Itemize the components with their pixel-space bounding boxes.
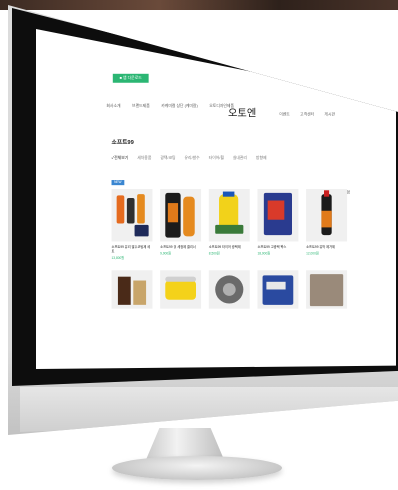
product-image[interactable] — [160, 189, 202, 242]
product-card[interactable] — [111, 270, 153, 309]
web-page: ■ 앱 다운로드 로그인 회원가입 장바구니 회사소개 브랜드제품 카케미컬 상… — [36, 29, 394, 362]
product-image[interactable] — [111, 270, 153, 309]
product-image[interactable] — [257, 189, 299, 242]
product-price: 13,800원 — [111, 256, 125, 261]
filter-item[interactable]: 방향제 — [256, 154, 267, 160]
product-card[interactable] — [208, 270, 250, 309]
product-image[interactable] — [208, 189, 250, 242]
nav-item[interactable]: 이벤트 — [279, 111, 290, 117]
nav-item[interactable]: 카케미컬 상단 (케미칼) — [161, 103, 197, 109]
product-name[interactable]: 소프트99 유리 발수코팅제 세트 — [112, 245, 153, 254]
filter-item[interactable]: 타이어/휠 — [209, 154, 224, 160]
main-nav-left: 회사소개 브랜드제품 카케미컬 상단 (케미칼) 오토디자인제품 — [106, 103, 234, 109]
page-title: 소프트99 — [111, 139, 134, 146]
util-join[interactable]: 회원가입 — [349, 90, 361, 95]
monitor-chin — [20, 387, 398, 432]
product-card[interactable] — [306, 270, 348, 309]
nav-item[interactable]: 브랜드제품 — [132, 103, 150, 109]
filter-item[interactable]: 유리/발수 — [185, 154, 200, 160]
monitor-body: ■ 앱 다운로드 로그인 회원가입 장바구니 회사소개 브랜드제품 카케미컬 상… — [8, 5, 398, 435]
background-photo-strip — [0, 0, 398, 10]
utility-nav: 로그인 회원가입 장바구니 — [337, 90, 377, 95]
filter-item[interactable]: 광택/코팅 — [160, 154, 175, 160]
product-image[interactable] — [306, 270, 348, 309]
filter-all[interactable]: ✓전체보기 — [112, 154, 129, 160]
green-promo-button[interactable]: ■ 앱 다운로드 — [112, 73, 149, 83]
product-card[interactable]: 소프트99 유리 발수코팅제 세트 13,800원 — [111, 189, 153, 261]
nav-item[interactable]: 게시판 — [324, 111, 335, 117]
product-image[interactable] — [306, 189, 348, 242]
main-nav-right: 이벤트 고객센터 게시판 — [279, 111, 335, 117]
product-card[interactable]: 소프트99 유막 제거제 12,000원 — [306, 189, 348, 260]
filter-item[interactable]: 실내관리 — [233, 154, 247, 160]
product-image[interactable] — [111, 189, 153, 242]
category-filters: ✓전체보기 세차용품 광택/코팅 유리/발수 타이어/휠 실내관리 방향제 — [112, 154, 267, 160]
product-card[interactable]: 소프트99 휠 세정제 클리너 9,900원 — [160, 189, 202, 260]
product-card[interactable]: 소프트99 고광택 왁스 18,000원 — [257, 189, 299, 260]
product-grid: 소프트99 유리 발수코팅제 세트 13,800원 소프트99 휠 세정제 클리… — [111, 189, 348, 309]
filter-item[interactable]: 세차용품 — [137, 154, 151, 160]
monitor-screen: ■ 앱 다운로드 로그인 회원가입 장바구니 회사소개 브랜드제품 카케미컬 상… — [36, 29, 396, 369]
product-name[interactable]: 소프트99 타이어 광택제 — [209, 245, 250, 249]
product-price: 12,000원 — [306, 251, 319, 256]
product-card[interactable] — [257, 270, 299, 309]
nav-item[interactable]: 고객센터 — [300, 111, 314, 117]
product-price: 8,500원 — [208, 251, 220, 256]
site-logo[interactable]: 오토엔 — [228, 105, 256, 120]
product-price: 18,000원 — [257, 251, 271, 256]
util-login[interactable]: 로그인 — [337, 90, 346, 95]
product-card[interactable] — [160, 270, 202, 309]
product-name[interactable]: 소프트99 고광택 왁스 — [257, 245, 298, 249]
product-image[interactable] — [208, 270, 250, 309]
product-price: 9,900원 — [160, 251, 172, 256]
product-image[interactable] — [160, 270, 202, 309]
product-card[interactable]: 소프트99 타이어 광택제 8,500원 — [208, 189, 250, 260]
new-badge: NEW — [111, 180, 125, 186]
product-name[interactable]: 소프트99 휠 세정제 클리너 — [160, 245, 201, 249]
util-cart[interactable]: 장바구니 — [365, 90, 377, 95]
product-name[interactable]: 소프트99 유막 제거제 — [306, 245, 347, 249]
nav-item[interactable]: 회사소개 — [106, 103, 120, 109]
product-image[interactable] — [257, 270, 299, 309]
monitor-stand-base — [112, 456, 282, 480]
